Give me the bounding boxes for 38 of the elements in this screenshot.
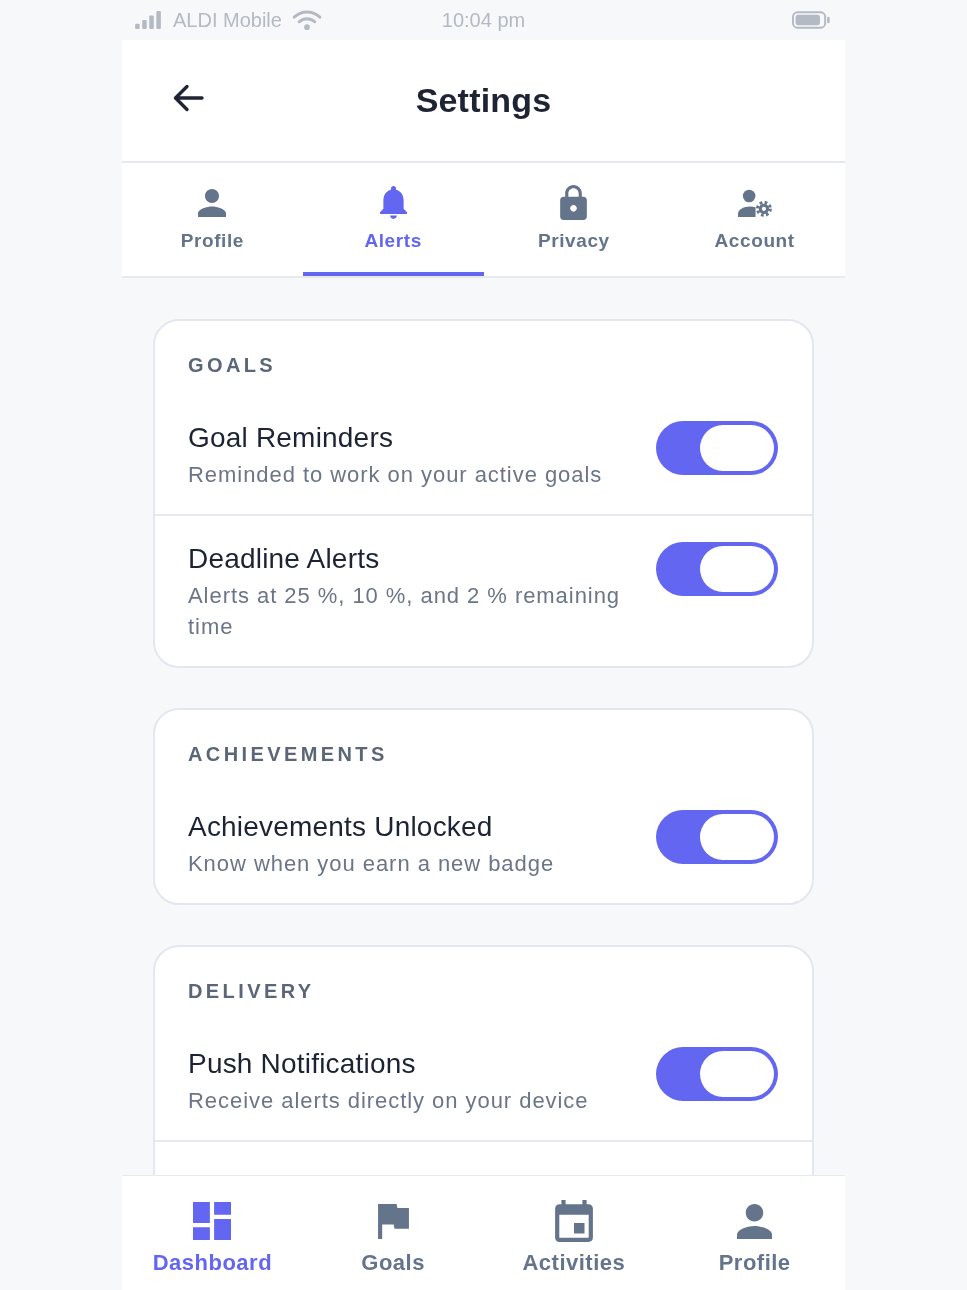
toggle-switch[interactable] [656, 421, 778, 475]
carrier-name: ALDI Mobile [173, 8, 282, 32]
person-icon [198, 188, 227, 217]
dashboard-icon [193, 1202, 232, 1240]
bell-icon [379, 186, 407, 219]
signal-icon [133, 11, 163, 29]
toggle-switch[interactable] [656, 542, 778, 596]
section-heading: GOALS [187, 353, 278, 377]
setting-description: Know when you earn a new badge [188, 850, 556, 878]
back-arrow-icon [172, 84, 204, 112]
calendar-icon [554, 1200, 593, 1242]
settings-tab[interactable]: Profile [122, 163, 303, 276]
section-heading: ACHIEVEMENTS [187, 742, 389, 766]
nav-item[interactable]: Dashboard [122, 1176, 303, 1290]
person-gear-icon [737, 188, 772, 217]
wifi-icon [291, 10, 322, 30]
settings-tab[interactable]: Account [664, 163, 845, 276]
settings-tab[interactable]: Alerts [302, 163, 484, 276]
toggle-switch[interactable] [656, 810, 778, 864]
setting-title: Deadline Alerts [188, 542, 381, 576]
status-time: 10:04 pm [441, 8, 526, 32]
setting-description: Alerts at 25 %, 10 %, and 2 % remaining time [188, 582, 622, 641]
settings-tab[interactable]: Privacy [483, 163, 665, 276]
nav-item[interactable]: Profile [664, 1176, 845, 1290]
person-icon [737, 1203, 773, 1239]
section-heading: DELIVERY [187, 979, 316, 1003]
setting-title: Goal Reminders [188, 421, 395, 455]
setting-description: Reminded to work on your active goals [188, 461, 604, 489]
setting-description: Receive alerts directly on your device [188, 1087, 590, 1115]
battery-icon [791, 11, 831, 29]
lock-icon [560, 185, 588, 220]
nav-item[interactable]: Activities [483, 1176, 665, 1290]
page-title: Settings [415, 81, 552, 120]
toggle-switch[interactable] [656, 1047, 778, 1101]
flag-icon [377, 1203, 409, 1239]
setting-title: Push Notifications [188, 1047, 417, 1081]
nav-item[interactable]: Goals [302, 1176, 484, 1290]
setting-title: Achievements Unlocked [188, 810, 494, 844]
